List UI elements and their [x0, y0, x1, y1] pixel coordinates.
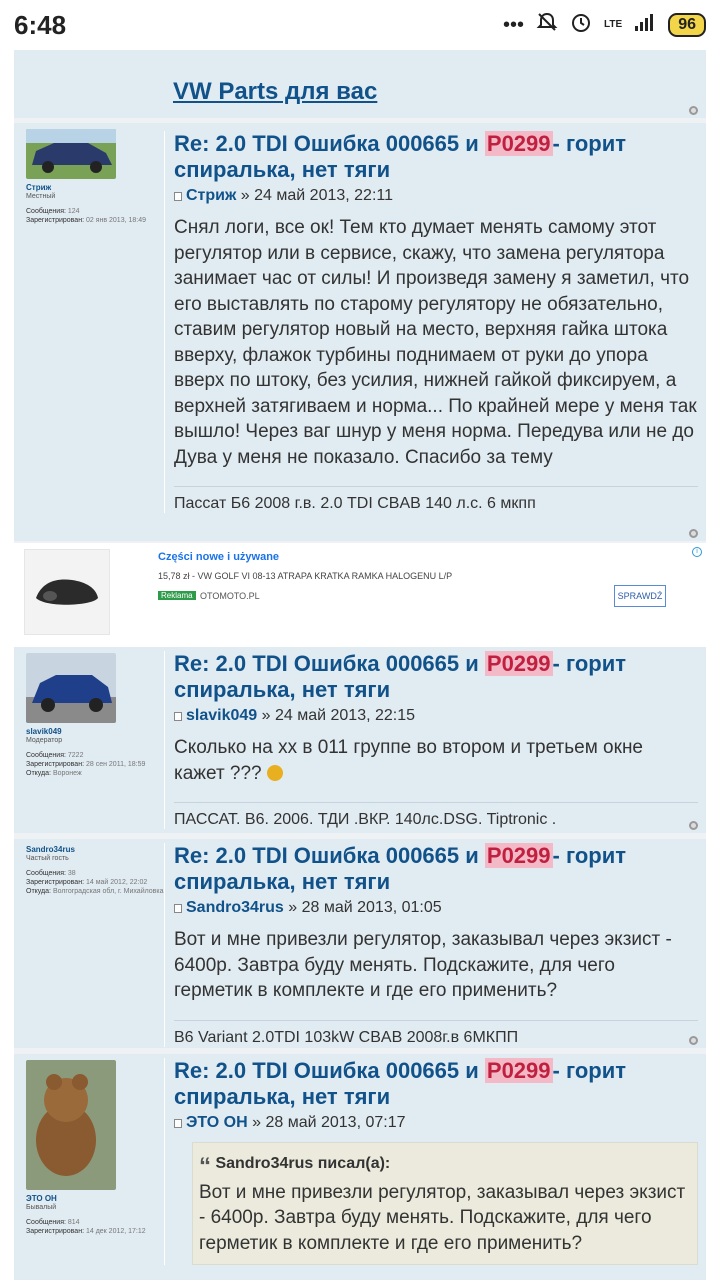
post-author[interactable]: slavik049 [186, 707, 257, 725]
profile-stat: Сообщения: 7222 [26, 752, 84, 759]
profile-stat: Зарегистрирован: 02 янв 2013, 18:49 [26, 217, 146, 224]
profile-stat: Зарегистрирован: 28 сен 2011, 18:59 [26, 761, 146, 768]
post-title[interactable]: Re: 2.0 TDI Ошибка 000665 и P0299- горит… [174, 651, 698, 703]
profile-name[interactable]: slavik049 [26, 727, 166, 736]
post-body: Re: 2.0 TDI Ошибка 000665 и P0299- горит… [164, 651, 698, 829]
profile-stat: Сообщения: 124 [26, 208, 80, 215]
post-author[interactable]: Стриж [186, 187, 236, 205]
post-icon[interactable] [174, 903, 182, 913]
post-meta: Sandro34rus » 28 май 2013, 01:05 [174, 899, 698, 917]
profile-name[interactable]: Sandro34rus [26, 845, 166, 854]
post-meta: Стриж » 24 май 2013, 22:11 [174, 187, 698, 205]
post-author[interactable]: Sandro34rus [186, 899, 284, 917]
post-title[interactable]: Re: 2.0 TDI Ошибка 000665 и P0299- горит… [174, 843, 698, 895]
quote-text: Вот и мне привезли регулятор, заказывал … [199, 1181, 686, 1254]
post-body: Re: 2.0 TDI Ошибка 000665 и P0299- горит… [164, 843, 698, 1047]
post-icon[interactable] [174, 711, 182, 721]
smiley-icon [266, 764, 283, 781]
post-meta: slavik049 » 24 май 2013, 22:15 [174, 707, 698, 725]
ad-cta-button[interactable]: SPRAWDŹ [614, 585, 666, 607]
profile-rank: Частый гость [26, 855, 69, 862]
gear-icon[interactable] [689, 1036, 698, 1045]
status-icons: ••• LTE 96 [503, 11, 706, 39]
forum-post: Стриж Местный Сообщения: 124 Зарегистрир… [14, 123, 706, 541]
forum-post: Sandro34rus Частый гость Сообщения: 38 З… [14, 839, 706, 1048]
avatar[interactable] [26, 1060, 116, 1190]
gear-icon[interactable] [689, 529, 698, 538]
profile-name[interactable]: Стриж [26, 183, 166, 192]
forum-post: slavik049 Модератор Сообщения: 7222 Заре… [14, 647, 706, 833]
ad-link-block: VW Parts для вас [14, 50, 706, 118]
profile-name[interactable]: ЭТО ОН [26, 1194, 166, 1203]
avatar[interactable] [26, 129, 116, 179]
post-author[interactable]: ЭТО ОН [186, 1114, 248, 1132]
highlight: P0299 [484, 131, 553, 156]
vw-parts-link[interactable]: VW Parts для вас [173, 78, 377, 106]
post-meta: ЭТО ОН » 28 май 2013, 07:17 [174, 1114, 698, 1132]
more-icon: ••• [503, 13, 525, 36]
ad-banner[interactable]: Części nowe i używane 15,78 zł - VW GOLF… [14, 543, 706, 647]
ad-headline[interactable]: Części nowe i używane [158, 551, 279, 563]
post-content: Снял логи, все ок! Тем кто думает менять… [174, 217, 697, 468]
post-signature: ПАССАТ. В6. 2006. ТДИ .ВКР. 140лс.DSG. T… [174, 802, 698, 829]
avatar[interactable] [26, 653, 116, 723]
ad-image[interactable] [24, 549, 110, 635]
post-signature: B6 Variant 2.0TDI 103kW CBAB 2008г.в 6МК… [174, 1019, 698, 1047]
info-icon[interactable]: i [692, 547, 702, 557]
profile-rank: Бывалый [26, 1204, 57, 1211]
post-signature: Пассат Б6 2008 г.в. 2.0 TDI CBAB 140 л.с… [174, 486, 698, 513]
battery-indicator: 96 [668, 13, 706, 37]
post-icon[interactable] [174, 191, 182, 201]
quote-cite: “ Sandro34rus писал(а): [199, 1153, 391, 1180]
post-date: » 24 май 2013, 22:15 [261, 707, 416, 724]
post-title[interactable]: Re: 2.0 TDI Ошибка 000665 и P0299- горит… [174, 131, 698, 183]
post-body: Re: 2.0 TDI Ошибка 000665 и P0299- горит… [164, 131, 698, 513]
author-profile: Стриж Местный Сообщения: 124 Зарегистрир… [26, 129, 166, 225]
author-profile: ЭТО ОН Бывалый Сообщения: 814 Зарегистри… [26, 1060, 166, 1236]
forum-post: ЭТО ОН Бывалый Сообщения: 814 Зарегистри… [14, 1054, 706, 1280]
post-body: Re: 2.0 TDI Ошибка 000665 и P0299- горит… [164, 1058, 698, 1265]
post-content: Сколько на хх в 011 группе во втором и т… [174, 737, 643, 784]
profile-stat: Зарегистрирован: 14 дек 2012, 17:12 [26, 1228, 146, 1235]
post-title[interactable]: Re: 2.0 TDI Ошибка 000665 и P0299- горит… [174, 1058, 698, 1110]
highlight: P0299 [484, 843, 553, 868]
mute-icon [536, 11, 558, 39]
gear-icon[interactable] [689, 106, 698, 115]
post-date: » 24 май 2013, 22:11 [240, 187, 393, 204]
lte-label: LTE [604, 19, 623, 30]
post-date: » 28 май 2013, 01:05 [288, 899, 442, 916]
gear-icon[interactable] [689, 821, 698, 830]
post-icon[interactable] [174, 1118, 182, 1128]
profile-rank: Модератор [26, 737, 63, 744]
ad-domain: OTOMOTO.PL [200, 591, 260, 601]
profile-stat: Сообщения: 814 [26, 1219, 80, 1226]
profile-rank: Местный [26, 193, 56, 200]
profile-stat: Сообщения: 38 [26, 870, 76, 877]
status-bar: 6:48 ••• LTE 96 [0, 0, 720, 50]
profile-stat: Откуда: Волгоградская обл, г. Михайловка [26, 888, 164, 895]
alarm-icon [570, 11, 592, 39]
ad-badge: Reklama [158, 591, 196, 600]
post-date: » 28 май 2013, 07:17 [252, 1114, 406, 1131]
highlight: P0299 [484, 1058, 553, 1083]
author-profile: slavik049 Модератор Сообщения: 7222 Заре… [26, 653, 166, 778]
forum-page: VW Parts для вас Стриж Местный Сообщения… [14, 50, 706, 1280]
profile-stat: Откуда: Воронеж [26, 770, 82, 777]
quote-block: “ Sandro34rus писал(а): Вот и мне привез… [192, 1142, 698, 1265]
status-time: 6:48 [14, 9, 67, 40]
ad-description: 15,78 zł - VW GOLF VI 08-13 ATRAPA KRATK… [158, 571, 453, 581]
post-content: Вот и мне привезли регулятор, заказывал … [174, 929, 672, 1001]
signal-icon [634, 12, 656, 38]
quote-icon: “ [199, 1153, 211, 1180]
highlight: P0299 [484, 651, 553, 676]
author-profile: Sandro34rus Частый гость Сообщения: 38 З… [26, 845, 166, 896]
profile-stat: Зарегистрирован: 14 май 2012, 22:02 [26, 879, 148, 886]
